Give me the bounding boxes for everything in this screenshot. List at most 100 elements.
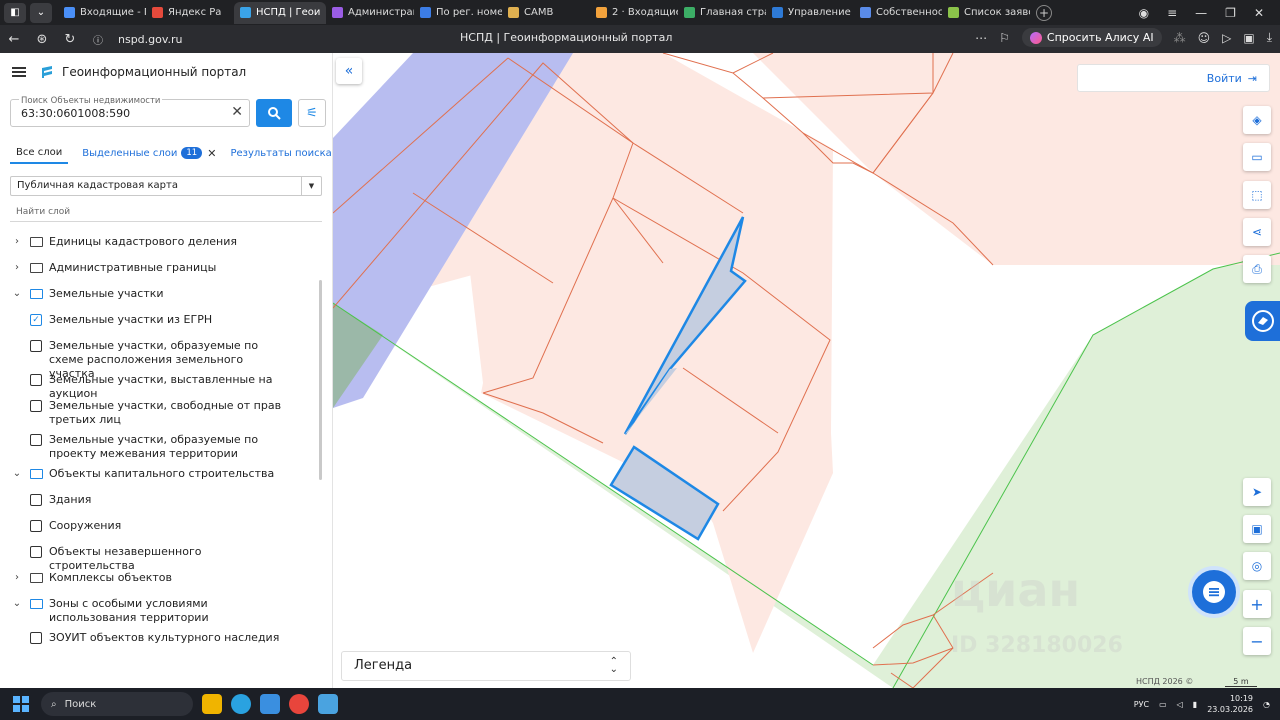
- cadastral-map[interactable]: [333, 53, 1280, 688]
- layer-group[interactable]: › Единицы кадастрового деления: [0, 229, 320, 255]
- measure-tool-button[interactable]: ▭: [1243, 143, 1271, 171]
- share-tool-button[interactable]: ⋖: [1243, 218, 1271, 246]
- search-input[interactable]: Поиск Объекты недвижимости 63:30:0601008…: [10, 96, 250, 127]
- browser-tab[interactable]: Входящие - По: [58, 2, 146, 24]
- media-icon[interactable]: ▷: [1222, 31, 1231, 45]
- layer-item[interactable]: Объекты незавершенного строительства: [0, 539, 320, 572]
- search-button[interactable]: [256, 99, 292, 127]
- print-tool-button[interactable]: ⎙: [1243, 255, 1271, 283]
- browser-tab[interactable]: Администрацi: [326, 2, 414, 24]
- downloads-icon[interactable]: ⤓: [1267, 30, 1272, 45]
- layer-checkbox[interactable]: [30, 494, 42, 506]
- reload-icon[interactable]: ↻: [56, 32, 84, 47]
- yandex-browser-icon[interactable]: [289, 694, 309, 714]
- ask-alice-button[interactable]: Спросить Алису AI: [1021, 28, 1162, 47]
- layer-group[interactable]: ⌄ Зоны с особыми условиями использования …: [0, 591, 320, 625]
- layer-group[interactable]: ⌄ Объекты капитального строительства: [0, 461, 320, 487]
- file-explorer-icon[interactable]: [202, 694, 222, 714]
- filter-settings-button[interactable]: ⚟: [298, 99, 326, 127]
- chevron-down-icon[interactable]: ⌄: [12, 467, 22, 481]
- browser-tab[interactable]: Список заявок: [942, 2, 1030, 24]
- zoom-in-button[interactable]: +: [1243, 590, 1271, 618]
- browser-tab[interactable]: Собственность: [854, 2, 942, 24]
- hamburger-menu-icon[interactable]: [12, 67, 26, 77]
- extension-icon[interactable]: ⁂: [1174, 31, 1186, 45]
- restore-icon[interactable]: ❐: [1225, 6, 1236, 20]
- clear-icon[interactable]: ✕: [231, 104, 243, 120]
- chevron-right-icon[interactable]: ›: [12, 571, 22, 585]
- network-icon[interactable]: ▭: [1159, 700, 1167, 709]
- app-icon[interactable]: [318, 694, 338, 714]
- user-icon[interactable]: ☺: [1198, 31, 1211, 45]
- layer-checkbox[interactable]: [30, 340, 42, 352]
- menu-icon[interactable]: ≡: [1167, 6, 1177, 20]
- clock[interactable]: 10:19 23.03.2026: [1207, 693, 1253, 715]
- tab-search-results[interactable]: Результаты поиска 1 ›: [230, 147, 332, 160]
- site-info-icon[interactable]: ⓘ: [84, 32, 112, 47]
- layer-item[interactable]: ✓ Земельные участки из ЕГРН: [0, 307, 320, 333]
- close-window-icon[interactable]: ✕: [1254, 6, 1264, 20]
- help-button[interactable]: [1245, 301, 1280, 341]
- minimize-icon[interactable]: —: [1195, 6, 1207, 20]
- select-area-tool-button[interactable]: ⬚: [1243, 181, 1271, 209]
- browser-tab[interactable]: Управление акт: [766, 2, 854, 24]
- chevron-down-icon[interactable]: ⌄: [12, 597, 22, 611]
- legend-panel[interactable]: Легенда ⌃ ⌄: [341, 651, 631, 681]
- url-text[interactable]: nspd.gov.ru: [118, 33, 183, 46]
- browser-tab[interactable]: НСПД | Геои✕: [234, 1, 326, 24]
- volume-icon[interactable]: ◁: [1177, 700, 1183, 709]
- browser-tab[interactable]: САМВ: [502, 2, 590, 24]
- notification-icon[interactable]: ◔: [1263, 700, 1270, 709]
- layer-item[interactable]: ЗОУИТ объектов культурного наследия: [0, 625, 320, 651]
- browser-tab[interactable]: 2 · Входящие –: [590, 2, 678, 24]
- more-icon[interactable]: ⋯: [975, 31, 987, 45]
- chat-button[interactable]: [1188, 566, 1240, 618]
- layer-checkbox[interactable]: [30, 546, 42, 558]
- browser-tab[interactable]: Яндекс Ра: [146, 2, 234, 24]
- zoom-out-button[interactable]: −: [1243, 627, 1271, 655]
- layer-item[interactable]: Сооружения: [0, 513, 320, 539]
- store-icon[interactable]: [260, 694, 280, 714]
- login-button[interactable]: Войти ⇥: [1077, 64, 1270, 92]
- battery-icon[interactable]: ▮: [1193, 700, 1197, 709]
- new-tab-button[interactable]: +: [1036, 4, 1052, 21]
- layer-checkbox[interactable]: [30, 434, 42, 446]
- taskbar-search[interactable]: ⌕ Поиск: [41, 692, 193, 716]
- collapse-panel-button[interactable]: «: [336, 58, 362, 84]
- browser-tab[interactable]: По рег. номеру: [414, 2, 502, 24]
- layer-group[interactable]: › Комплексы объектов: [0, 565, 320, 591]
- layer-checkbox[interactable]: ✓: [30, 314, 42, 326]
- layer-checkbox[interactable]: [30, 520, 42, 532]
- find-layer-input[interactable]: Найти слой: [10, 203, 322, 222]
- protect-icon[interactable]: ⊛: [28, 32, 56, 47]
- back-icon[interactable]: ←: [0, 32, 28, 47]
- layer-item[interactable]: Земельные участки, выставленные на аукци…: [0, 367, 320, 400]
- tab-selected-layers[interactable]: Выделенные слои 11 ✕: [82, 147, 216, 160]
- language-indicator[interactable]: РУС: [1134, 700, 1149, 709]
- basemap-select[interactable]: Публичная кадастровая карта ▼: [10, 176, 322, 196]
- layers-tool-button[interactable]: ◈: [1243, 106, 1271, 134]
- layer-group[interactable]: › Административные границы: [0, 255, 320, 281]
- layer-item[interactable]: Земельные участки, образуемые по схеме р…: [0, 333, 320, 380]
- start-button[interactable]: [13, 696, 29, 712]
- map-view[interactable]: циан ID 328180026 « Войти ⇥ ◈ ▭ ⬚ ⋖ ⎙ ➤ …: [333, 53, 1280, 688]
- tab-list-chevron-icon[interactable]: ⌄: [30, 2, 52, 23]
- bookmark-icon[interactable]: ⚐: [999, 31, 1010, 45]
- panel-scrollbar[interactable]: [319, 280, 322, 480]
- profile-avatar-icon[interactable]: ◉: [1139, 6, 1149, 20]
- browser-tab[interactable]: Главная страни: [678, 2, 766, 24]
- chevron-down-icon[interactable]: ⌄: [12, 287, 22, 301]
- layer-checkbox[interactable]: [30, 400, 42, 412]
- tab-all-layers[interactable]: Все слои: [10, 143, 69, 164]
- locate-button[interactable]: ➤: [1243, 478, 1271, 506]
- layer-checkbox[interactable]: [30, 632, 42, 644]
- layer-group[interactable]: ⌄ Земельные участки: [0, 281, 320, 307]
- layer-item[interactable]: Земельные участки, образуемые по проекту…: [0, 427, 320, 461]
- layer-item[interactable]: Здания: [0, 487, 320, 513]
- chevron-right-icon[interactable]: ›: [12, 235, 22, 249]
- layer-checkbox[interactable]: [30, 374, 42, 386]
- geolocation-button[interactable]: ◎: [1243, 552, 1271, 580]
- layer-item[interactable]: Земельные участки, свободные от прав тре…: [0, 393, 320, 427]
- close-tab-icon[interactable]: ✕: [207, 147, 216, 160]
- tab-actions-icon[interactable]: ◧: [4, 2, 26, 23]
